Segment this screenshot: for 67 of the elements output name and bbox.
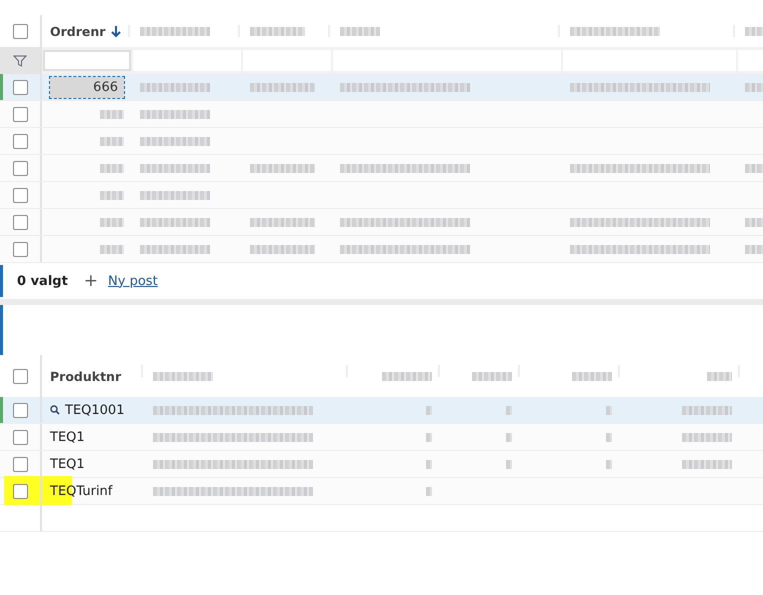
- pixelated-text: [572, 372, 612, 380]
- pixelated-text: [250, 26, 305, 36]
- row-checkbox[interactable]: [12, 160, 28, 176]
- pixelated-text: [382, 372, 432, 380]
- pixelated-text: [100, 244, 124, 254]
- product-number-cell: TEQ1: [50, 456, 85, 472]
- product-number-cell: TEQ1001: [65, 402, 124, 418]
- new-record-link[interactable]: Ny post: [108, 274, 158, 288]
- add-icon: +: [84, 271, 98, 291]
- pixelated-text: [426, 486, 432, 496]
- select-all-checkbox[interactable]: [12, 24, 28, 38]
- pixelated-text: [250, 82, 315, 92]
- pixelated-text: [140, 82, 210, 92]
- row-checkbox[interactable]: [12, 430, 28, 444]
- filter-field[interactable]: [43, 50, 131, 71]
- pixelated-text: [506, 432, 512, 442]
- row-checkbox[interactable]: [12, 188, 28, 202]
- order-number-cell[interactable]: 666: [50, 76, 124, 98]
- pixelated-text: [250, 164, 315, 172]
- pixelated-text: [506, 406, 512, 414]
- row-checkbox[interactable]: [12, 402, 28, 418]
- row-checkbox[interactable]: [12, 456, 28, 472]
- pixelated-text: [140, 164, 210, 172]
- table-row[interactable]: TEQ1001: [0, 397, 763, 424]
- pixelated-text: [153, 372, 213, 380]
- column-header[interactable]: Produktnr: [50, 368, 122, 384]
- row-checkbox[interactable]: [12, 80, 28, 94]
- pixelated-text: [100, 136, 124, 146]
- pixelated-text: [682, 432, 732, 442]
- pixelated-text: [100, 190, 124, 200]
- row-checkbox[interactable]: [12, 134, 28, 148]
- pixelated-text: [140, 218, 210, 226]
- pixelated-text: [606, 460, 612, 468]
- pixelated-text: [606, 432, 612, 442]
- pixelated-text: [506, 460, 512, 468]
- pixelated-text: [426, 460, 432, 468]
- filter-icon[interactable]: [13, 54, 27, 68]
- pixelated-text: [250, 218, 315, 226]
- pixelated-text: [140, 190, 210, 200]
- product-number-cell: TEQ1: [50, 430, 85, 444]
- row-checkbox[interactable]: [12, 214, 28, 230]
- pixelated-text: [250, 244, 315, 254]
- pixelated-text: [745, 26, 763, 36]
- pixelated-text: [426, 406, 432, 414]
- pixelated-text: [682, 406, 732, 414]
- column-header[interactable]: Ordrenr: [50, 24, 106, 38]
- selected-count: 0 valgt: [17, 274, 68, 288]
- table-row[interactable]: 666: [0, 74, 763, 101]
- row-checkbox[interactable]: [12, 242, 28, 256]
- table-row[interactable]: TEQ1: [0, 451, 763, 478]
- pixelated-text: [682, 460, 732, 468]
- row-checkbox[interactable]: [12, 106, 28, 122]
- pixelated-text: [606, 406, 612, 414]
- pixelated-text: [426, 432, 432, 442]
- select-all-checkbox[interactable]: [12, 368, 28, 384]
- pixelated-text: [100, 218, 124, 226]
- pixelated-text: [707, 372, 732, 380]
- search-icon[interactable]: [50, 405, 60, 415]
- pixelated-text: [100, 164, 124, 172]
- table-row[interactable]: TEQ1: [0, 424, 763, 451]
- pixelated-text: [140, 110, 210, 118]
- pixelated-text: [140, 136, 210, 146]
- pixelated-text: [100, 110, 124, 118]
- pixelated-text: [140, 244, 210, 254]
- pixelated-text: [140, 26, 210, 36]
- pixelated-text: [472, 372, 512, 380]
- pixelated-text: [340, 26, 380, 36]
